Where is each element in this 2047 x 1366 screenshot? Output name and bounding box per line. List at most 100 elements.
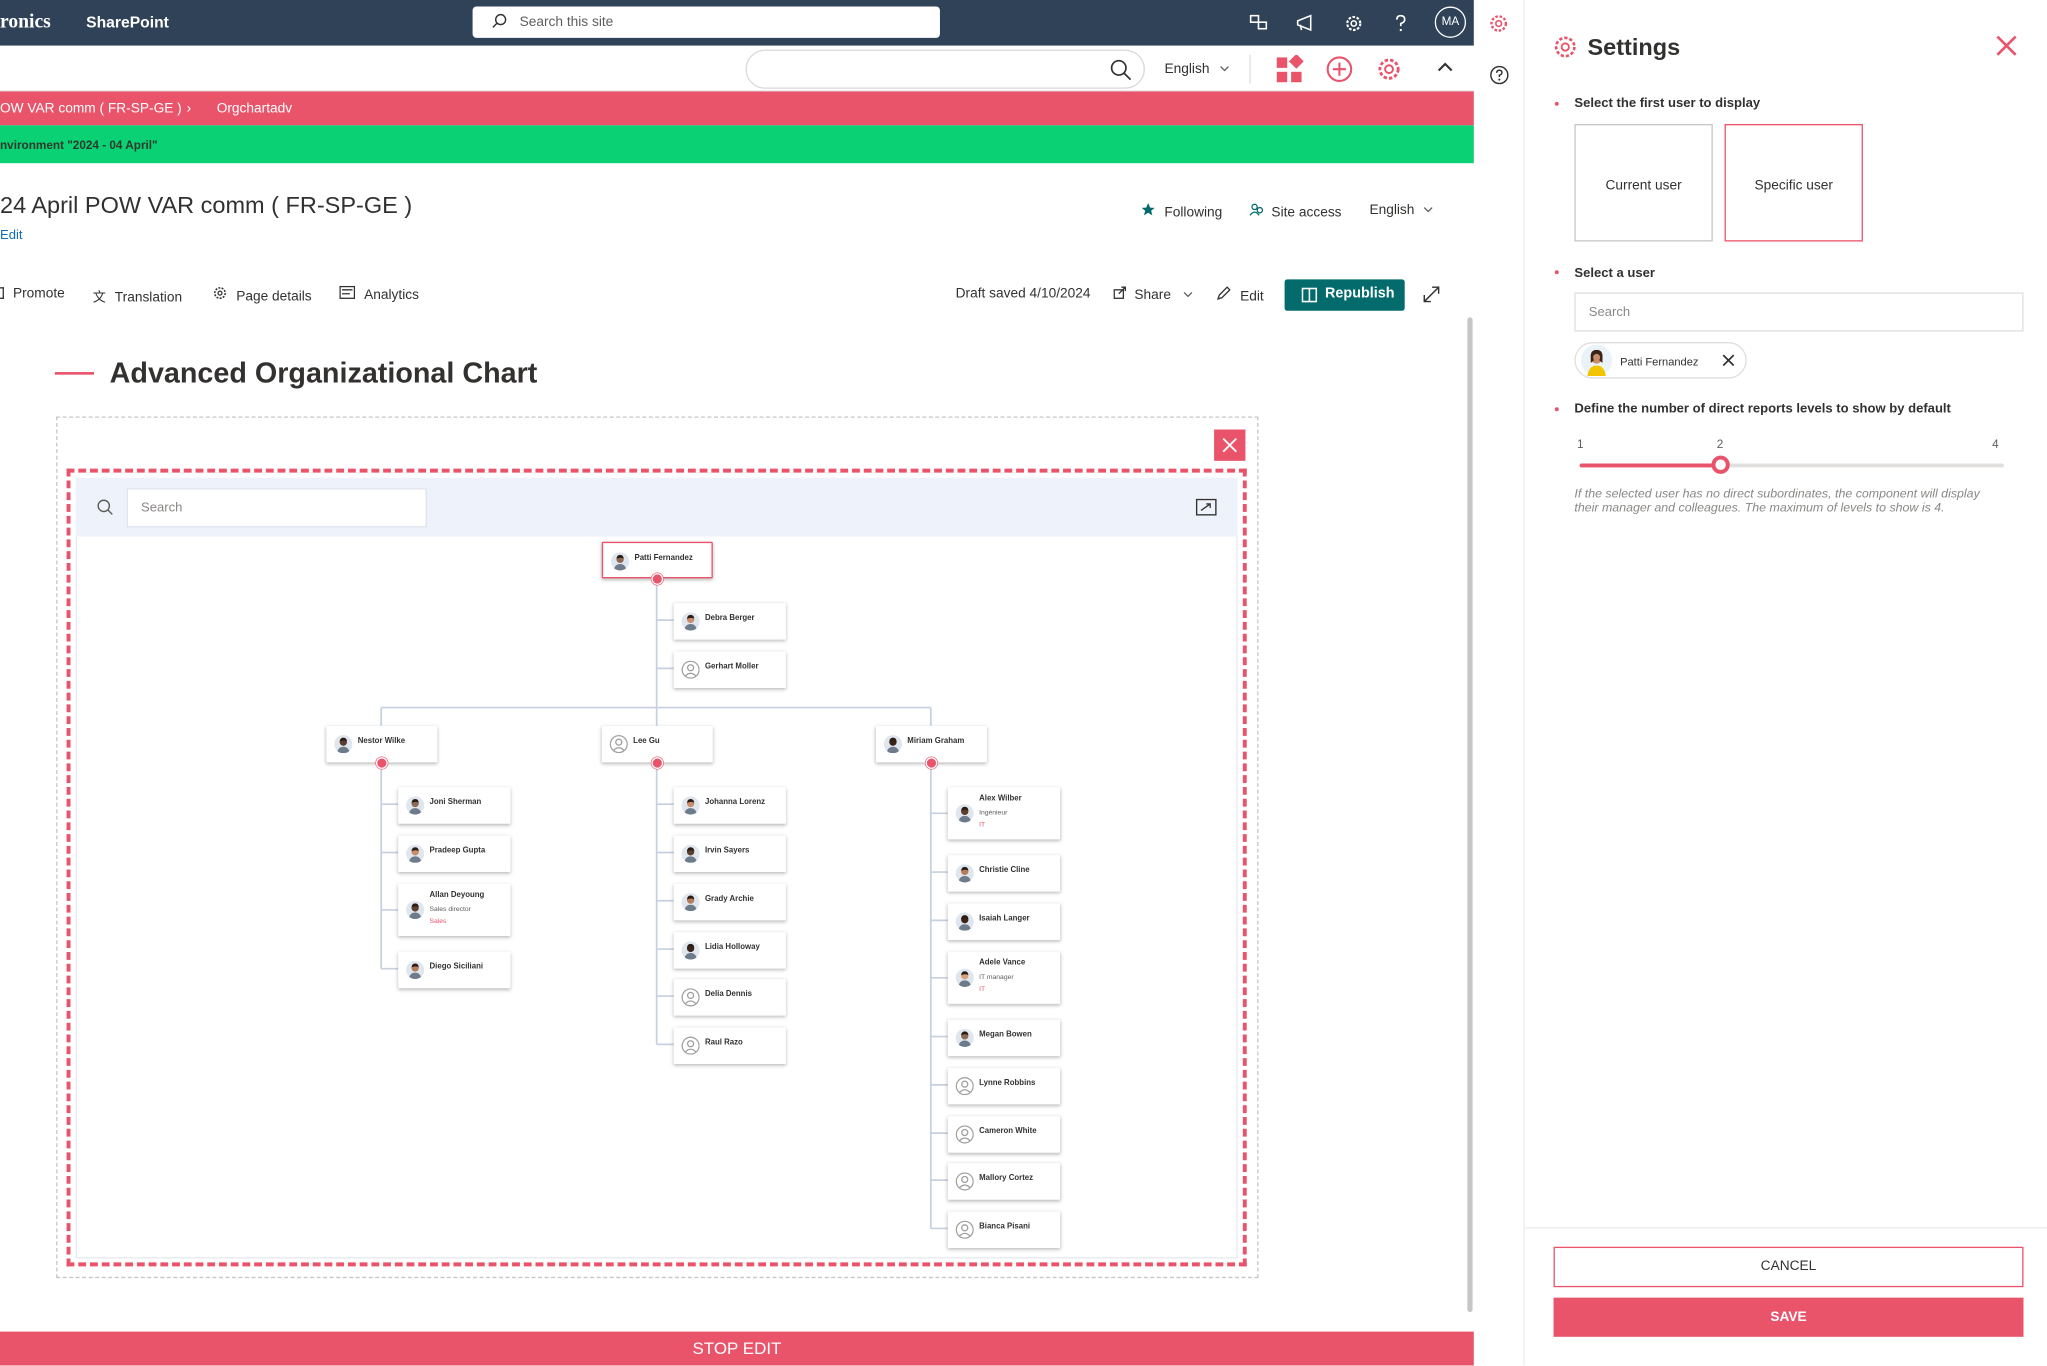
person-photo (955, 1220, 974, 1239)
stop-edit-button[interactable]: STOP EDIT (0, 1331, 1474, 1366)
person-photo (681, 660, 700, 679)
person-name: Grady Archie (704, 895, 754, 904)
levels-label: Define the number of direct reports leve… (1574, 402, 1951, 417)
expand-collapse-dot[interactable] (375, 756, 388, 769)
levels-slider-fill (1579, 463, 1721, 468)
org-node[interactable]: Diego Siciliani (398, 951, 511, 989)
person-name: Diego Siciliani (429, 963, 484, 972)
person-photo (681, 1036, 700, 1055)
person-name: Delia Dennis (704, 990, 752, 999)
org-node[interactable]: Cameron White (947, 1116, 1061, 1153)
person-name: Raul Razo (704, 1039, 743, 1047)
person-photo (955, 1125, 974, 1144)
slider-tick: 4 (1992, 437, 1999, 451)
person-name: Cameron White (979, 1127, 1037, 1136)
person-name: Debra Berger (704, 614, 755, 623)
person-photo (681, 988, 700, 1007)
org-node[interactable]: Lynne Robbins (947, 1067, 1061, 1105)
org-node[interactable]: Gerhart Moller (673, 651, 786, 688)
person-department: IT (979, 985, 986, 994)
org-node[interactable]: Alex Wilber Ingénieur IT (947, 787, 1061, 840)
org-node[interactable]: Irvin Sayers (673, 835, 786, 873)
option-specific-user[interactable]: Specific user (1724, 124, 1863, 242)
select-user-label: Select a user (1574, 266, 1655, 281)
settings-title: Settings (1587, 33, 1681, 61)
person-name: Miriam Graham (907, 737, 965, 746)
close-panel-icon[interactable] (1996, 35, 2017, 56)
expand-collapse-dot[interactable] (924, 756, 937, 769)
person-photo (955, 864, 974, 883)
person-department: Sales (429, 917, 447, 926)
person-photo (681, 796, 700, 815)
org-node[interactable]: Allan Deyoung Sales director Sales (398, 883, 511, 937)
org-node[interactable]: Johanna Lorenz (673, 787, 786, 824)
person-photo (955, 1077, 974, 1096)
person-photo (681, 892, 700, 912)
person-name: Megan Bowen (979, 1031, 1032, 1040)
person-name: Johanna Lorenz (704, 798, 766, 807)
person-name: Mallory Cortez (979, 1174, 1034, 1183)
org-node[interactable]: Debra Berger (673, 603, 786, 640)
person-name: Lee Gu (633, 737, 660, 746)
user-search-placeholder: Search (1588, 305, 1631, 320)
user-search-input[interactable]: Search (1574, 292, 2024, 332)
slider-tick: 2 (1716, 437, 1724, 451)
levels-hint: If the selected user has no direct subor… (1574, 486, 1980, 516)
org-node[interactable]: Joni Sherman (398, 787, 511, 824)
settings-gear-icon[interactable] (1488, 13, 1509, 34)
person-name: Nestor Wilke (357, 737, 406, 746)
person-name: Pradeep Gupta (429, 847, 486, 856)
person-name: Bianca Pisani (979, 1223, 1031, 1232)
org-node[interactable]: Pradeep Gupta (398, 835, 511, 873)
person-name: Adele Vance (979, 959, 1026, 968)
panel-footer-divider (1524, 1227, 2047, 1229)
save-button[interactable]: SAVE (1553, 1297, 2024, 1337)
selected-user-name: Patti Fernandez (1620, 355, 1699, 369)
option-current-user-label: Current user (1605, 177, 1682, 194)
person-job-title: Sales director (429, 906, 471, 914)
person-name: Allan Deyoung (429, 891, 485, 900)
org-node[interactable]: Delia Dennis (673, 979, 786, 1016)
expand-collapse-dot[interactable] (650, 756, 663, 769)
selected-user-chip: Patti Fernandez (1574, 342, 1747, 379)
option-specific-user-label: Specific user (1754, 177, 1833, 194)
org-node[interactable]: Raul Razo (673, 1027, 786, 1064)
org-node[interactable]: Grady Archie (673, 883, 786, 921)
person-name: Patti Fernandez (634, 554, 693, 563)
remove-user-icon[interactable] (1722, 354, 1735, 367)
person-job-title: Ingénieur (979, 809, 1008, 818)
person-photo (406, 796, 425, 815)
person-photo (406, 900, 425, 920)
person-department: IT (979, 821, 986, 829)
settings-gear-icon (1554, 36, 1576, 58)
person-name: Isaiah Langer (979, 915, 1030, 923)
help-icon[interactable] (1490, 65, 1510, 85)
person-name: Joni Sherman (429, 798, 482, 807)
expand-collapse-dot[interactable] (650, 572, 663, 585)
levels-slider-thumb[interactable] (1711, 455, 1730, 474)
person-photo (681, 941, 700, 960)
person-name: Lidia Holloway (704, 943, 760, 952)
page-scrollbar[interactable] (1467, 317, 1473, 1313)
person-photo (883, 734, 903, 754)
cancel-button[interactable]: CANCEL (1553, 1246, 2024, 1288)
person-photo (955, 968, 974, 987)
org-node[interactable]: Lidia Holloway (673, 932, 786, 969)
person-photo (406, 960, 425, 980)
org-node[interactable]: Bianca Pisani (947, 1211, 1061, 1249)
slider-tick: 1 (1577, 437, 1584, 451)
org-node[interactable]: Mallory Cortez (947, 1163, 1061, 1200)
person-name: Lynne Robbins (979, 1079, 1036, 1088)
bullet (1554, 407, 1559, 412)
org-node[interactable]: Isaiah Langer (947, 903, 1061, 940)
panel-rail (1473, 0, 1525, 1366)
person-photo (955, 912, 974, 931)
person-photo (406, 844, 425, 863)
org-node[interactable]: Christie Cline (947, 855, 1061, 892)
person-name: Christie Cline (979, 866, 1030, 875)
person-photo (681, 612, 700, 631)
org-node[interactable]: Adele Vance IT manager IT (947, 951, 1061, 1004)
person-photo (609, 734, 628, 754)
option-current-user[interactable]: Current user (1574, 124, 1713, 242)
org-node[interactable]: Megan Bowen (947, 1019, 1061, 1057)
